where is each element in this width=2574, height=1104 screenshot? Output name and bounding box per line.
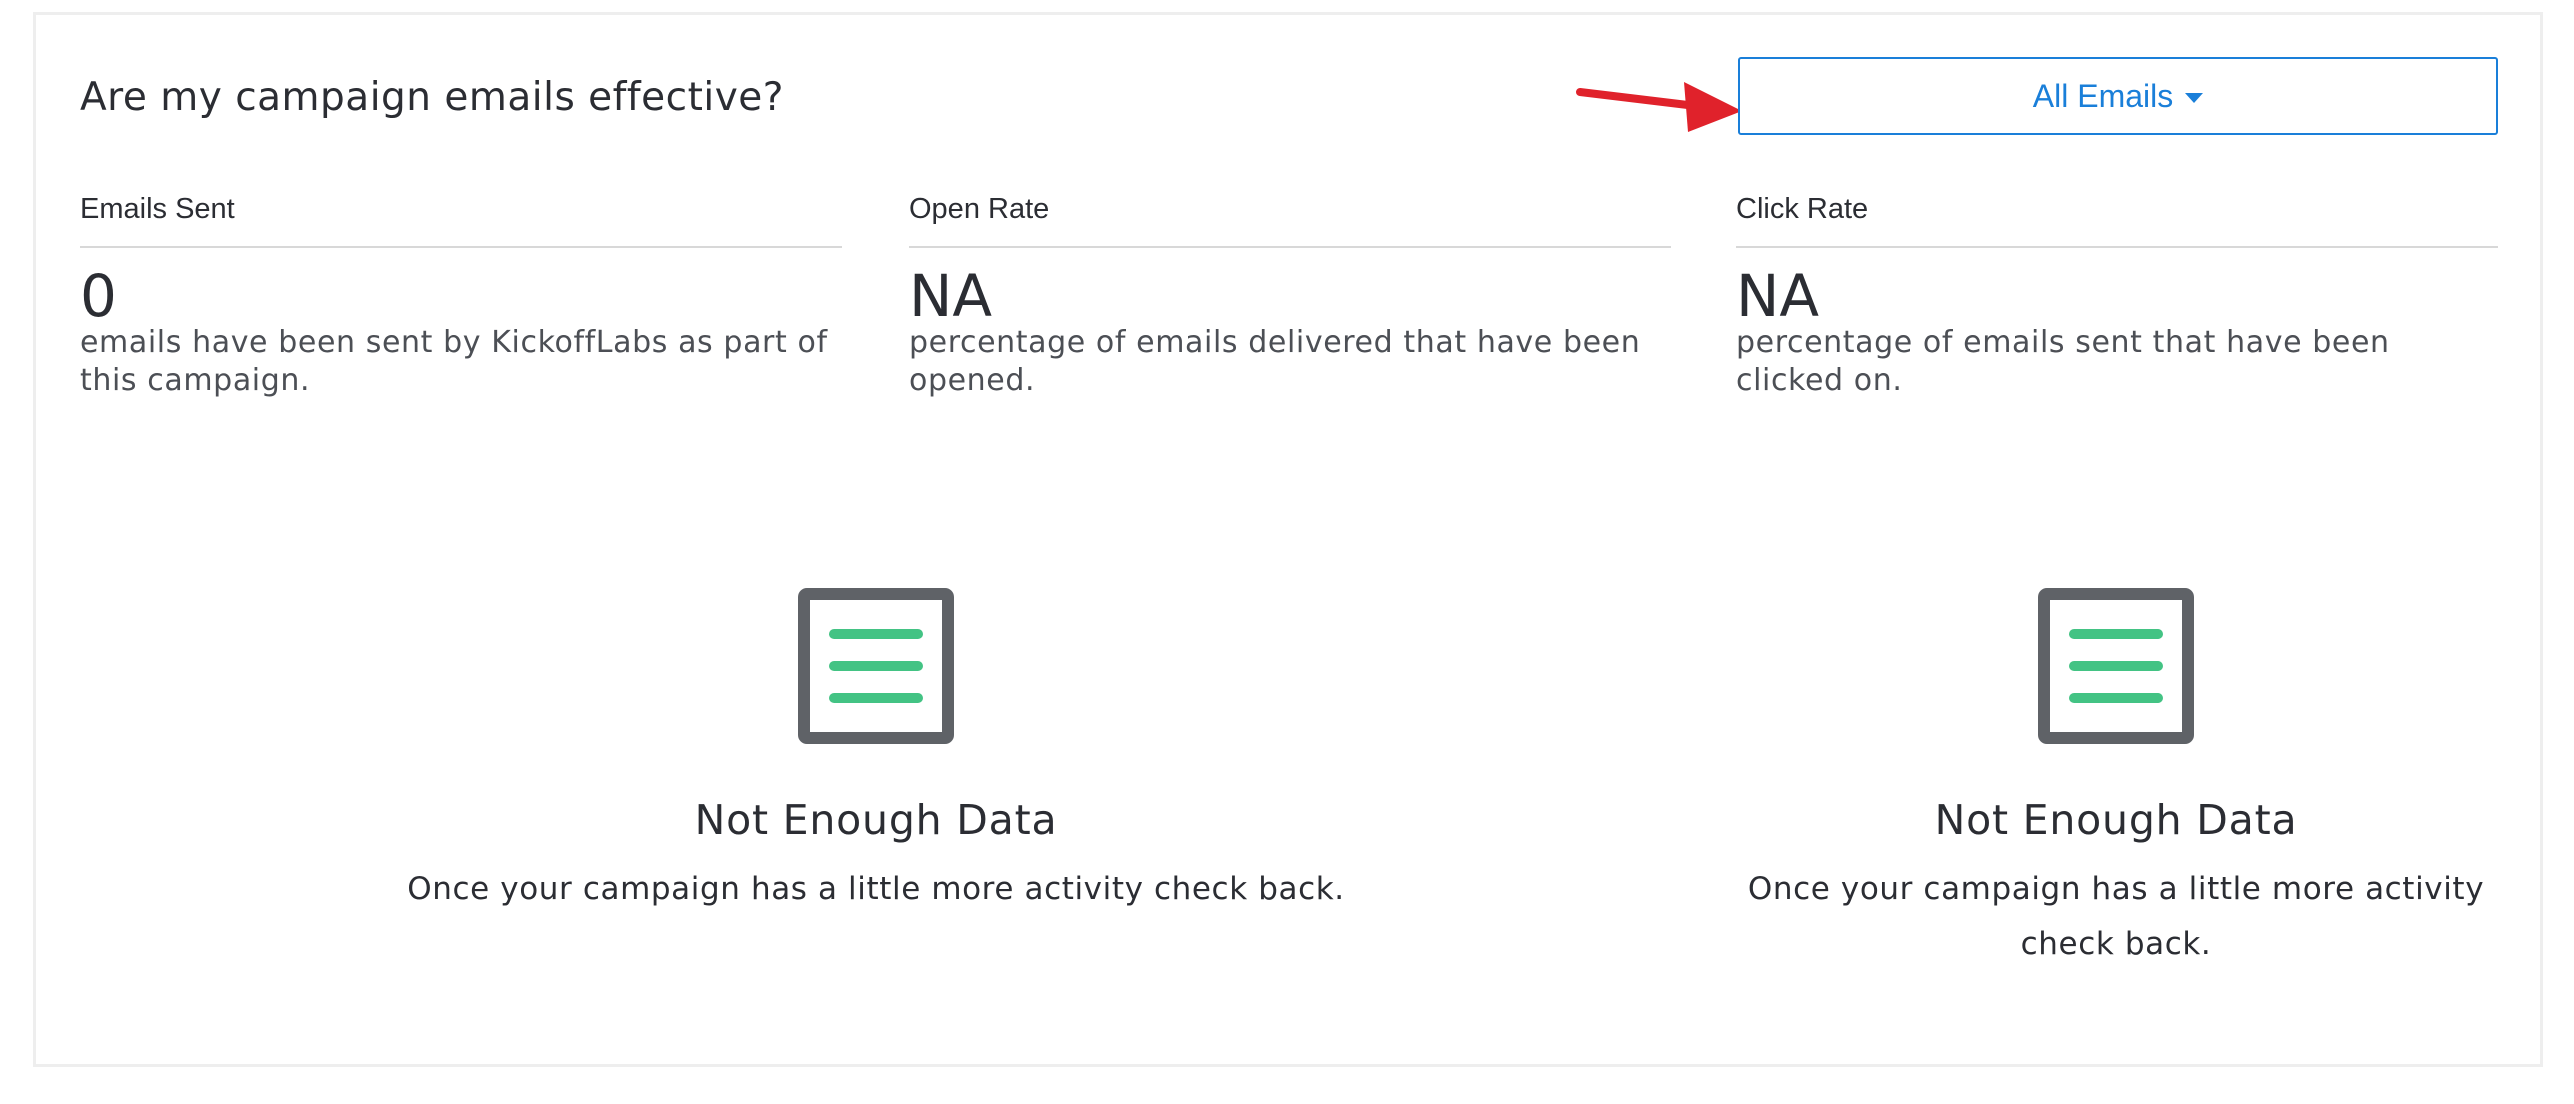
stat-label: Open Rate [909, 193, 1671, 248]
empty-state-left: Not Enough Data Once your campaign has a… [406, 588, 1346, 917]
panel-title: Are my campaign emails effective? [80, 75, 784, 120]
red-arrow-icon [1576, 82, 1742, 132]
stat-value: NA [909, 262, 993, 330]
campaign-effectiveness-panel: Are my campaign emails effective? All Em… [33, 12, 2543, 1067]
stat-value: 0 [80, 262, 117, 330]
empty-state-description: Once your campaign has a little more act… [407, 871, 1345, 907]
document-list-icon [2038, 588, 2194, 744]
email-filter-dropdown[interactable]: All Emails [1738, 57, 2498, 135]
stat-label: Emails Sent [80, 193, 842, 248]
stat-description: emails have been sent by KickoffLabs as … [80, 325, 828, 398]
document-list-icon [798, 588, 954, 744]
stat-label: Click Rate [1736, 193, 2498, 248]
empty-state-right: Not Enough Data Once your campaign has a… [1736, 588, 2496, 972]
email-filter-label: All Emails [2032, 77, 2174, 114]
caret-down-icon [2185, 93, 2204, 103]
stat-click-rate: Click Rate NA percentage of emails sent … [1736, 193, 2498, 400]
stat-description: percentage of emails sent that have been… [1736, 325, 2390, 398]
stat-open-rate: Open Rate NA percentage of emails delive… [909, 193, 1671, 400]
empty-state-title: Not Enough Data [1934, 796, 2298, 844]
empty-state-description: Once your campaign has a little more act… [1747, 871, 2485, 962]
stat-emails-sent: Emails Sent 0 emails have been sent by K… [80, 193, 842, 400]
stat-description: percentage of emails delivered that have… [909, 325, 1641, 398]
stat-value: NA [1736, 262, 1820, 330]
empty-state-title: Not Enough Data [694, 796, 1058, 844]
